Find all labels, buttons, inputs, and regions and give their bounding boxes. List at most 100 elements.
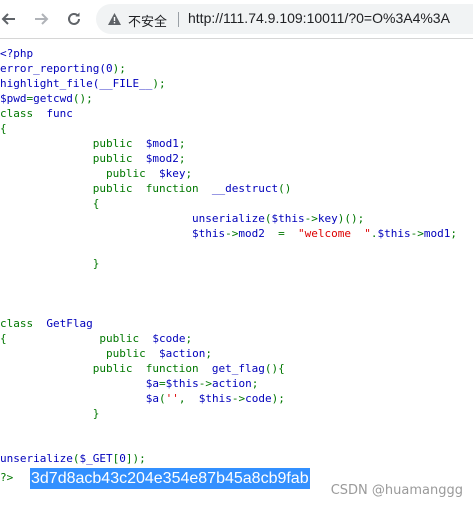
code-token: $action (158, 347, 206, 360)
code-line: public $mod1; (0, 136, 473, 151)
warning-triangle-icon[interactable] (107, 12, 122, 31)
code-token: error_reporting( (0, 62, 106, 75)
code-token: public (0, 152, 146, 165)
code-line: highlight_file(__FILE__); (0, 76, 473, 91)
code-token: ]); (125, 452, 146, 465)
back-button[interactable] (0, 7, 20, 31)
code-token: . (370, 227, 378, 240)
code-token: ; (185, 332, 193, 345)
code-token: public function (0, 362, 212, 375)
code-token: <?php (0, 47, 34, 60)
code-token: $mod2 (145, 152, 179, 165)
code-line: public function __destruct() (0, 181, 473, 196)
code-token: 0 (105, 62, 113, 75)
url-text[interactable]: http://111.74.9.109:10011/?0=O%3A4%3A (188, 10, 450, 26)
code-line: } (0, 256, 473, 271)
code-token: mod2 (238, 227, 279, 240)
code-line: { public $code; (0, 331, 473, 346)
code-line: unserialize($_GET[0]); (0, 451, 473, 466)
code-token: } (0, 407, 100, 420)
code-token: key (317, 212, 338, 225)
arrow-right-icon (34, 11, 50, 27)
code-token: -> (410, 227, 424, 240)
code-token: "welcome " (298, 227, 371, 240)
code-token: ; (185, 167, 193, 180)
flag-text[interactable]: 3d7d8acb43c204e354e87b45a8cb9fab (30, 468, 310, 489)
code-line: $a('', $this->code); (0, 391, 473, 406)
code-token: code (245, 392, 272, 405)
code-token: ( (264, 212, 272, 225)
php-source-code: <?php error_reporting(0); highlight_file(_… (0, 46, 473, 466)
code-token: ; (251, 377, 259, 390)
code-token: (); (72, 92, 93, 105)
code-line: $this->mod2 = "welcome ".$this->mod1; (0, 226, 473, 241)
forward-button[interactable] (30, 7, 54, 31)
code-token: public (0, 167, 159, 180)
code-line: public $action; (0, 346, 473, 361)
code-token: $this (271, 212, 305, 225)
code-token: } (0, 257, 100, 270)
code-token: $this (377, 227, 411, 240)
code-token: -> (231, 392, 246, 405)
code-token: get_flag (211, 362, 265, 375)
code-token: highlight_file( (0, 77, 100, 90)
code-token: $code (152, 332, 186, 345)
code-token: '' (165, 392, 179, 405)
code-line: { (0, 121, 473, 136)
code-token: action (211, 377, 252, 390)
code-line: unserialize($this->key)(); (0, 211, 473, 226)
code-line: } (0, 406, 473, 421)
code-token: ( (158, 392, 166, 405)
code-token: { public (0, 332, 153, 345)
security-label[interactable]: 不安全 (128, 11, 167, 30)
csdn-watermark: CSDN @huamanggg (330, 483, 463, 498)
code-token: $mod1 (145, 137, 179, 150)
code-token: $this (198, 392, 232, 405)
code-token: -> (198, 377, 212, 390)
code-token: public (0, 347, 159, 360)
code-token: public function (0, 182, 212, 195)
code-token: )(); (337, 212, 365, 225)
code-token: class (0, 317, 47, 330)
reload-icon (66, 11, 82, 27)
code-token: , (178, 392, 199, 405)
code-token: ; (205, 347, 212, 360)
code-line: public $key; (0, 166, 473, 181)
code-token: public (0, 137, 146, 150)
code-token: $this (165, 377, 199, 390)
code-token: $_GET (79, 452, 113, 465)
code-line: class func (0, 106, 473, 121)
code-line: public $mod2; (0, 151, 473, 166)
code-token: mod1 (423, 227, 451, 240)
code-line: class GetFlag (0, 316, 473, 331)
code-token: ); (152, 77, 166, 90)
code-token: = (278, 227, 299, 240)
code-token: __FILE__ (99, 77, 153, 90)
address-bar[interactable]: 不安全 http://111.74.9.109:10011/?0=O%3A4%3… (96, 4, 473, 34)
code-token: $a (0, 377, 159, 390)
code-line: $pwd=getcwd(); (0, 91, 473, 106)
code-line: <?php (0, 46, 473, 61)
code-token: unserialize (0, 452, 73, 465)
code-token: unserialize (0, 212, 265, 225)
code-token: $pwd (0, 92, 27, 105)
code-token: () (278, 182, 292, 195)
code-token: class (0, 107, 47, 120)
code-line: public function get_flag(){ (0, 361, 473, 376)
reload-button[interactable] (62, 7, 86, 31)
code-token: -> (304, 212, 318, 225)
code-token: 0 (119, 452, 126, 465)
arrow-left-icon (0, 11, 16, 27)
omnibox-divider (178, 12, 179, 27)
browser-toolbar: 不安全 http://111.74.9.109:10011/?0=O%3A4%3… (0, 0, 473, 39)
code-token: getcwd (33, 92, 73, 105)
code-token: { (0, 197, 100, 210)
code-token: ; (450, 227, 458, 240)
code-token: GetFlag (46, 317, 93, 330)
